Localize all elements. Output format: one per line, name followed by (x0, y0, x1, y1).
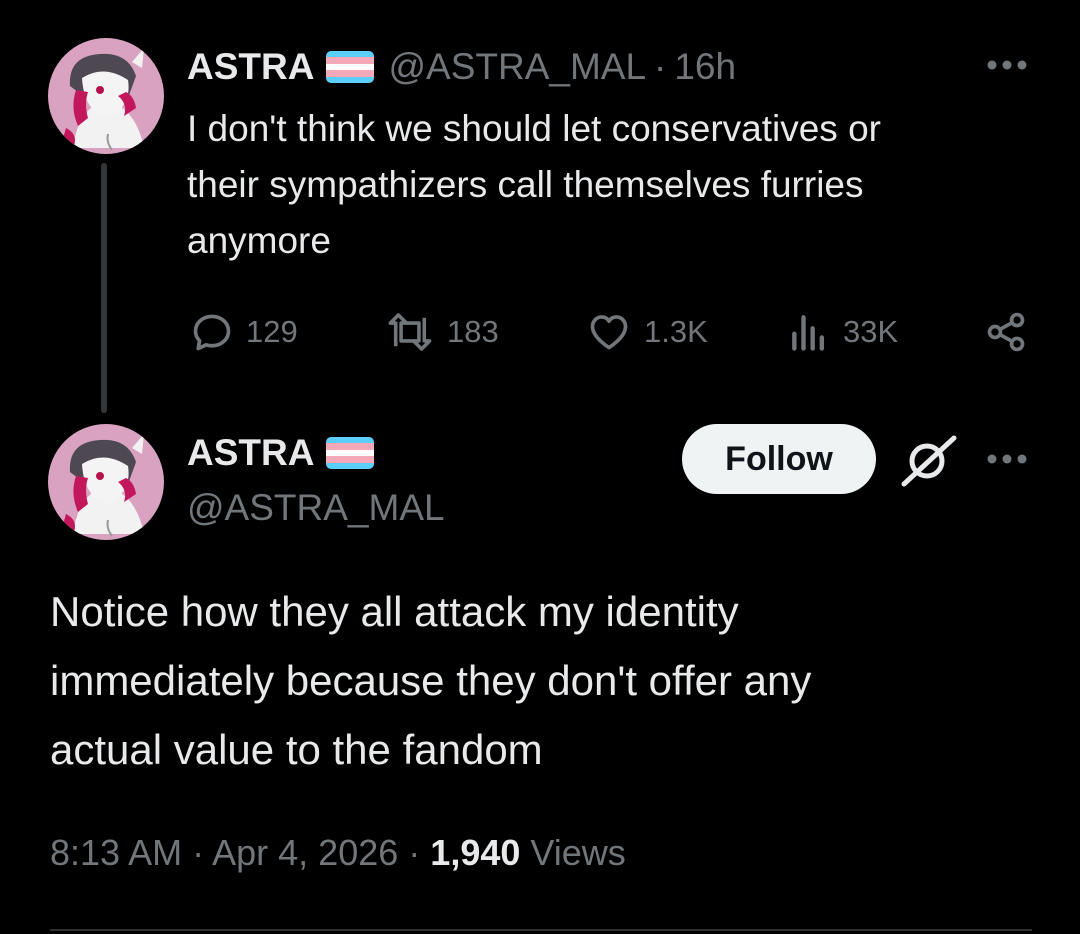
trans-flag-icon (326, 51, 375, 83)
text-line: I don't think we should let conservative… (187, 108, 881, 149)
tweet-meta: 8:13 AM · Apr 4, 2026 · 1,940 Views (50, 832, 626, 874)
display-name[interactable]: ASTRA (187, 432, 314, 474)
divider (50, 929, 1032, 931)
trans-flag-icon (326, 437, 375, 469)
grok-icon[interactable] (900, 432, 958, 493)
separator-dot: · (192, 832, 205, 873)
views-icon (792, 315, 825, 351)
repost-count: 183 (447, 314, 499, 349)
text-line: actual value to the fandom (50, 726, 543, 773)
handle[interactable]: @ASTRA_MAL (187, 487, 445, 529)
reply-button[interactable]: 129 (190, 310, 298, 354)
like-count: 1.3K (644, 314, 708, 349)
like-button[interactable]: 1.3K (586, 310, 708, 354)
avatar-image (48, 424, 164, 540)
follow-button[interactable]: Follow (682, 424, 876, 494)
text-line: their sympathizers call themselves furri… (187, 164, 864, 205)
avatar-image (48, 38, 164, 154)
like-icon (590, 315, 628, 350)
views-button[interactable]: 33K (787, 310, 898, 354)
text-line: Notice how they all attack my identity (50, 588, 739, 635)
parent-tweet-header: ASTRA @ASTRA_MAL · 16h (187, 44, 736, 90)
more-horizontal-icon[interactable] (986, 452, 1028, 471)
reply-icon (193, 314, 231, 351)
separator-dot: · (408, 832, 421, 873)
more-horizontal-icon[interactable] (986, 58, 1028, 77)
repost-icon (388, 313, 432, 351)
views-label: Views (530, 832, 626, 873)
share-icon[interactable] (984, 310, 1028, 359)
avatar[interactable] (48, 424, 164, 540)
views-count: 1,940 (430, 832, 521, 873)
text-line: immediately because they don't offer any (50, 657, 812, 704)
tweet-time[interactable]: 8:13 AM (50, 832, 182, 873)
repost-button[interactable]: 183 (385, 310, 499, 354)
avatar[interactable] (48, 38, 164, 154)
views-count: 33K (843, 314, 899, 349)
parent-tweet-text: I don't think we should let conservative… (187, 101, 1067, 269)
separator-dot: · (654, 46, 667, 87)
handle[interactable]: @ASTRA_MAL (388, 46, 646, 88)
tweet-age[interactable]: 16h (674, 46, 736, 88)
main-tweet-text: Notice how they all attack my identity i… (50, 577, 1060, 784)
tweet-date[interactable]: Apr 4, 2026 (212, 832, 398, 873)
display-name[interactable]: ASTRA (187, 46, 314, 88)
reply-count: 129 (246, 314, 298, 349)
thread-line (101, 163, 107, 413)
main-tweet-header: ASTRA (187, 430, 375, 476)
text-line: anymore (187, 220, 331, 261)
